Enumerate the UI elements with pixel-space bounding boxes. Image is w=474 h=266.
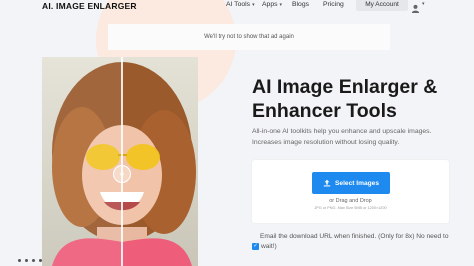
chevron-down-icon: ▾ [252, 1, 255, 8]
drag-drop-text: or Drag and Drop [329, 198, 372, 204]
carousel-dot[interactable] [32, 259, 35, 262]
site-logo[interactable]: AI. IMAGE ENLARGER [42, 1, 137, 11]
select-images-button[interactable]: Select Images [312, 172, 390, 194]
my-account-button[interactable]: My Account [356, 0, 408, 11]
carousel-dot[interactable] [18, 259, 21, 262]
drag-arrows-icon: ‹› [119, 170, 125, 178]
nav-blogs-label: Blogs [292, 1, 310, 8]
carousel-dots [18, 259, 42, 262]
top-nav: AI. IMAGE ENLARGER AI Tools ▾ Apps ▾ Blo… [0, 0, 474, 13]
email-option-text-cont: wait!) [261, 243, 277, 250]
hero-description: All-in-one AI toolkits help you enhance … [252, 128, 432, 146]
email-option-text: Email the download URL when finished. (O… [260, 233, 449, 240]
chevron-down-icon[interactable]: ▾ [422, 1, 425, 7]
nav-ai-tools-label: AI Tools [226, 1, 251, 8]
nav-ai-tools[interactable]: AI Tools ▾ [226, 1, 255, 8]
ad-feedback-text: We'll try not to show that ad again [204, 34, 294, 40]
ad-feedback-banner: We'll try not to show that ad again [108, 24, 390, 50]
nav-apps[interactable]: Apps ▾ [262, 1, 282, 8]
nav-apps-label: Apps [262, 1, 278, 8]
hero-title: AI Image Enlarger & Enhancer Tools [252, 76, 438, 122]
upload-icon [323, 179, 331, 187]
my-account-label: My Account [365, 1, 399, 8]
nav-pricing[interactable]: Pricing [323, 1, 344, 8]
format-limits-text: JPG or PNG. Max Size 5MB or 1200×1200 [314, 206, 387, 210]
compare-divider[interactable] [121, 57, 123, 266]
before-after-image: ‹› [42, 57, 198, 266]
carousel-dot[interactable] [25, 259, 28, 262]
email-notify-checkbox[interactable]: ✓ [252, 243, 259, 250]
user-icon[interactable] [411, 0, 420, 13]
carousel-dot[interactable] [39, 259, 42, 262]
upload-dropzone[interactable]: Select Images or Drag and Drop JPG or PN… [252, 160, 449, 223]
nav-blogs[interactable]: Blogs [292, 1, 309, 8]
compare-slider-handle[interactable]: ‹› [113, 165, 131, 183]
portrait-illustration [42, 57, 198, 266]
nav-pricing-label: Pricing [323, 1, 344, 8]
select-images-label: Select Images [335, 179, 379, 187]
chevron-down-icon: ▾ [279, 1, 283, 8]
